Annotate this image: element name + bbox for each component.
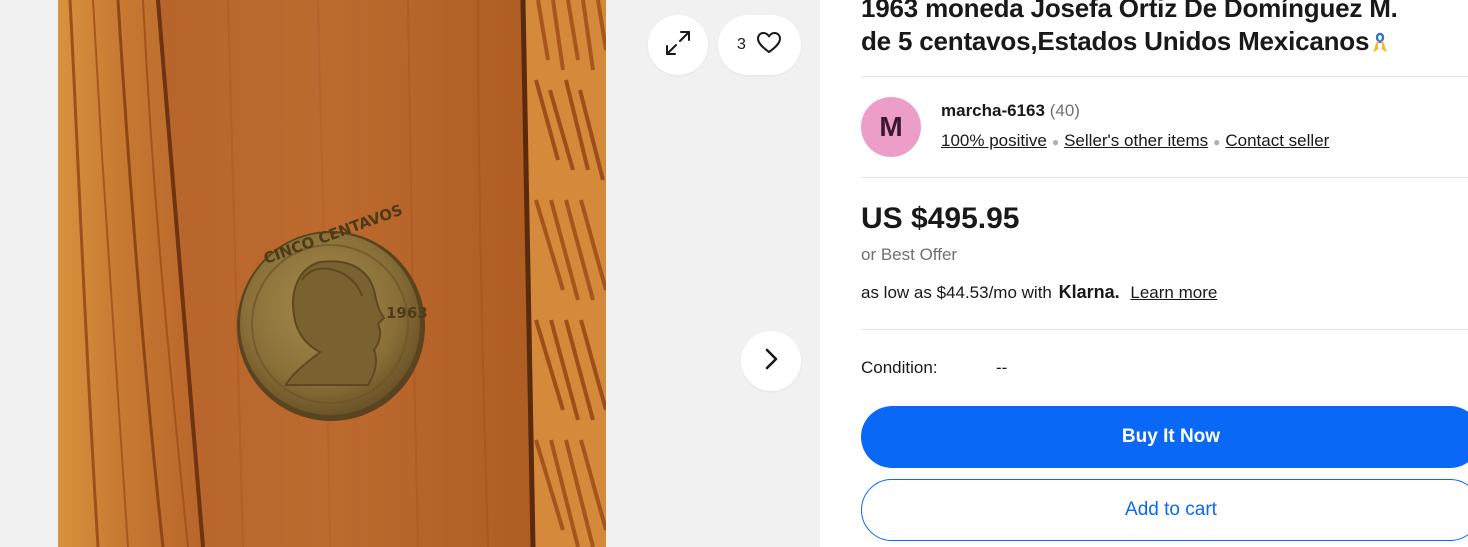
seller-name-row: marcha-6163 (40) <box>941 101 1080 121</box>
listing-title-line2: de 5 centavos,Estados Unidos Mexicanos <box>861 26 1370 56</box>
item-price: US $495.95 <box>861 202 1020 235</box>
divider <box>861 76 1468 77</box>
condition-label: Condition: <box>861 358 938 377</box>
watch-count: 3 <box>737 36 746 53</box>
seller-feedback-count[interactable]: (40) <box>1050 101 1080 120</box>
separator-dot: ● <box>1213 135 1221 149</box>
heart-icon <box>756 31 782 60</box>
listing-title-line1: 1963 moneda Josefa Ortiz De Domínguez M. <box>861 0 1398 23</box>
coin-year: 1963 <box>386 304 428 322</box>
ribbon-icon <box>1373 27 1388 60</box>
listing-photo[interactable]: 1963 CINCO CENTAVOS <box>58 0 606 547</box>
best-offer-label: or Best Offer <box>861 245 958 264</box>
divider <box>861 177 1468 178</box>
expand-icon <box>663 28 693 63</box>
klarna-financing: as low as $44.53/mo with Klarna. Learn m… <box>861 282 1217 303</box>
watch-button[interactable]: 3 <box>718 15 801 75</box>
klarna-logo: Klarna. <box>1058 282 1120 302</box>
buy-it-now-button[interactable]: Buy It Now <box>861 406 1468 468</box>
listing-info-panel: 1963 moneda Josefa Ortiz De Domínguez M.… <box>861 0 1468 547</box>
condition-value: -- <box>996 358 1008 377</box>
seller-links: 100% positive ● Seller's other items ● Conta… <box>941 131 1329 151</box>
image-gallery: 1963 CINCO CENTAVOS 3 <box>0 0 820 547</box>
seller-name[interactable]: marcha-6163 <box>941 101 1045 120</box>
next-image-button[interactable] <box>741 331 801 391</box>
learn-more-link[interactable]: Learn more <box>1130 283 1217 302</box>
separator-dot: ● <box>1051 135 1060 149</box>
seller-other-items-link[interactable]: Seller's other items <box>1064 131 1208 150</box>
seller-positive-link[interactable]: 100% positive <box>941 131 1047 150</box>
listing-title: 1963 moneda Josefa Ortiz De Domínguez M.… <box>861 0 1468 60</box>
seller-avatar[interactable]: M <box>861 97 921 157</box>
add-to-cart-button[interactable]: Add to cart <box>861 479 1468 541</box>
chevron-right-icon <box>762 346 780 377</box>
expand-image-button[interactable] <box>648 15 708 75</box>
contact-seller-link[interactable]: Contact seller <box>1225 131 1329 150</box>
klarna-text: as low as $44.53/mo with <box>861 283 1052 302</box>
divider <box>861 329 1468 330</box>
